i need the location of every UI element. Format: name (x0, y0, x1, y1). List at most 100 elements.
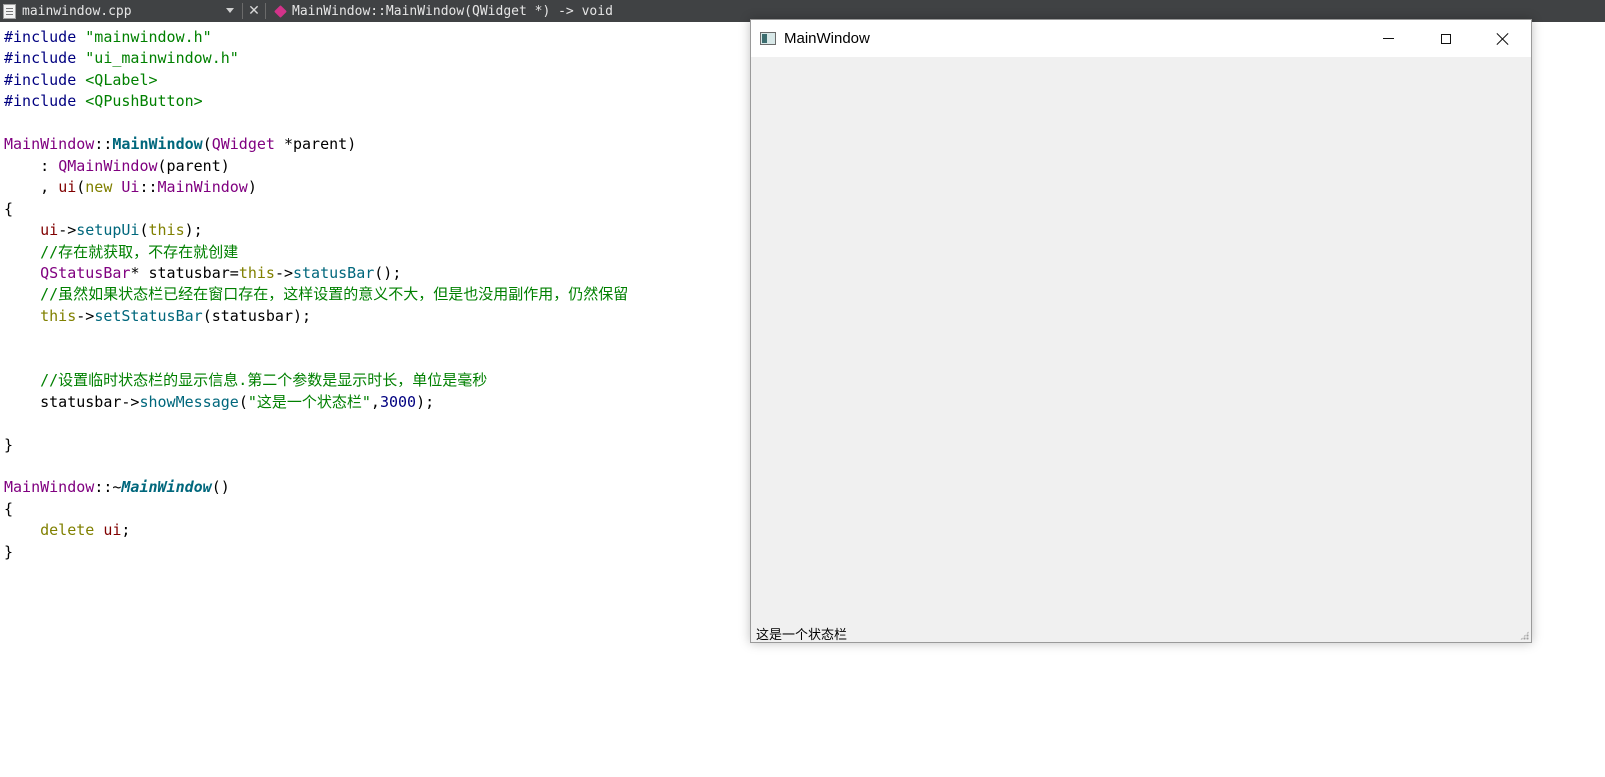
resize-grip-icon[interactable] (1520, 631, 1529, 640)
code-line[interactable]: statusbar->showMessage("这是一个状态栏",3000); (4, 393, 434, 411)
code-token: #include (4, 92, 86, 111)
code-token: //存在就获取，不存在就创建 (40, 242, 239, 261)
window-title: MainWindow (784, 30, 870, 47)
code-line[interactable]: //虽然如果状态栏已经在窗口存在，这样设置的意义不大，但是也没用副作用，仍然保留 (4, 285, 628, 303)
code-token: MainWindow (112, 135, 203, 154)
code-line[interactable]: MainWindow::~MainWindow() (4, 478, 230, 496)
main-window: MainWindow 这是一个状态栏 (750, 19, 1532, 643)
maximize-button[interactable] (1417, 20, 1474, 57)
code-token: parent (293, 135, 348, 154)
open-documents-combo[interactable]: mainwindow.cpp (0, 0, 240, 22)
code-token: ( (202, 135, 212, 154)
code-line[interactable]: //存在就获取，不存在就创建 (4, 243, 238, 261)
window-app-icon (760, 32, 776, 45)
code-token: #include (4, 28, 86, 46)
code-token: } (4, 542, 14, 561)
code-line[interactable]: , ui(new Ui::MainWindow) (4, 178, 257, 196)
code-token: ::~ (94, 478, 122, 497)
code-token: (statusbar); (202, 306, 312, 325)
code-token: setStatusBar (94, 306, 203, 325)
code-token: this (40, 306, 77, 325)
status-bar: 这是一个状态栏 (751, 622, 1531, 643)
close-window-button[interactable] (1474, 20, 1531, 57)
code-token: ( (139, 221, 149, 240)
code-token: ; (121, 521, 131, 540)
code-line[interactable]: QStatusBar* statusbar=this->statusBar(); (4, 264, 401, 282)
code-token: ui (40, 221, 59, 240)
close-document-button[interactable]: ✕ (245, 0, 263, 22)
code-line[interactable]: ui->setupUi(this); (4, 221, 203, 239)
code-token: ) (347, 135, 357, 154)
code-token: <QLabel> (85, 70, 158, 89)
code-token: "ui_mainwindow.h" (85, 49, 239, 68)
minimize-button[interactable] (1360, 20, 1417, 57)
function-symbol-icon (274, 4, 287, 18)
code-line[interactable]: { (4, 200, 13, 218)
code-line[interactable]: MainWindow::MainWindow(QWidget *parent) (4, 135, 356, 153)
close-icon (1496, 32, 1510, 46)
code-token: "mainwindow.h" (85, 28, 212, 46)
code-token: ); (184, 221, 203, 240)
code-token: ui (103, 521, 122, 540)
code-token: statusbar-> (4, 392, 140, 411)
code-token: setupUi (76, 221, 140, 240)
code-token: -> (58, 221, 77, 240)
code-token: showMessage (139, 392, 239, 411)
code-line[interactable]: } (4, 543, 13, 561)
code-token: () (211, 478, 230, 497)
code-line[interactable]: : QMainWindow(parent) (4, 157, 230, 175)
desktop: mainwindow.cpp ✕ MainWindow::MainWindow(… (0, 0, 1605, 777)
code-token: //虽然如果状态栏已经在窗口存在，这样设置的意义不大，但是也没用副作用，仍然保留 (40, 285, 629, 304)
code-line[interactable]: //设置临时状态栏的显示信息.第二个参数是显示时长，单位是毫秒 (4, 371, 487, 389)
window-title-bar[interactable]: MainWindow (751, 20, 1531, 57)
code-token: { (4, 199, 14, 218)
code-token: : (4, 156, 59, 175)
code-token: ) (247, 178, 257, 197)
code-token: QWidget (211, 135, 275, 154)
toolbar-divider (242, 3, 243, 19)
code-token: this (238, 263, 275, 282)
code-token: (parent) (157, 156, 230, 175)
code-token: } (4, 435, 14, 454)
code-token: MainWindow (121, 478, 212, 497)
code-token: { (4, 499, 14, 518)
code-token: QStatusBar (40, 263, 131, 282)
current-file-name: mainwindow.cpp (22, 3, 132, 19)
code-line[interactable]: #include <QLabel> (4, 71, 158, 89)
code-token: MainWindow (4, 478, 95, 497)
toolbar-divider (265, 3, 266, 19)
code-token: ( (76, 178, 86, 197)
code-token: -> (76, 306, 95, 325)
code-line[interactable]: } (4, 436, 13, 454)
code-token: <QPushButton> (85, 92, 203, 111)
chevron-down-icon[interactable] (226, 8, 234, 13)
code-token: -> (274, 263, 293, 282)
cpp-file-icon (3, 3, 16, 19)
code-token: (); (374, 263, 402, 282)
code-token: new (85, 178, 113, 197)
code-line[interactable]: { (4, 500, 13, 518)
code-line[interactable]: delete ui; (4, 521, 130, 539)
window-central-widget (751, 57, 1531, 622)
code-token: :: (139, 178, 158, 197)
code-line[interactable]: #include "ui_mainwindow.h" (4, 49, 239, 67)
code-token: this (148, 221, 185, 240)
code-line[interactable]: #include <QPushButton> (4, 92, 203, 110)
code-token: statusBar (293, 263, 375, 282)
code-token: //设置临时状态栏的显示信息.第二个参数是显示时长，单位是毫秒 (40, 371, 488, 390)
code-token: * (274, 135, 293, 154)
code-line[interactable]: #include "mainwindow.h" (4, 28, 212, 46)
maximize-icon (1440, 33, 1451, 44)
code-token: ( (238, 392, 248, 411)
code-token: #include (4, 49, 86, 68)
code-line[interactable]: this->setStatusBar(statusbar); (4, 307, 311, 325)
code-token: MainWindow (4, 135, 95, 154)
symbol-selector[interactable]: MainWindow::MainWindow(QWidget *) -> voi… (292, 4, 613, 19)
code-token: ui (58, 178, 77, 197)
